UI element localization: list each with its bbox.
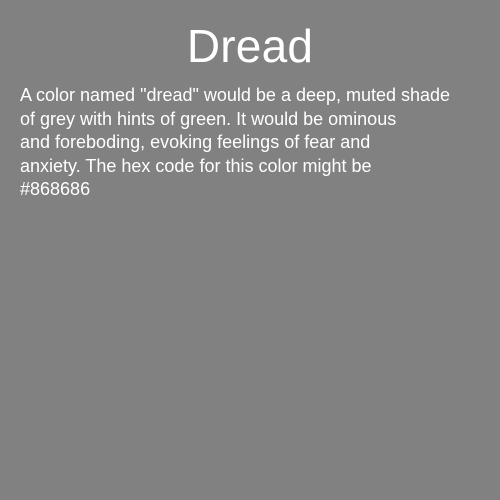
- color-description: A color named "dread" would be a deep, m…: [20, 84, 500, 202]
- description-line: anxiety. The hex code for this color mig…: [20, 155, 372, 176]
- color-title: Dread: [186, 20, 314, 72]
- description-line: A color named "dread" would be a deep, m…: [20, 85, 451, 105]
- color-card: Dread A color named "dread" would be a d…: [0, 0, 500, 500]
- hex-code-text: #868686: [20, 179, 91, 199]
- description-line: of grey with hints of green. It would be…: [20, 108, 397, 129]
- description-line: and foreboding, evoking feelings of fear…: [20, 132, 371, 152]
